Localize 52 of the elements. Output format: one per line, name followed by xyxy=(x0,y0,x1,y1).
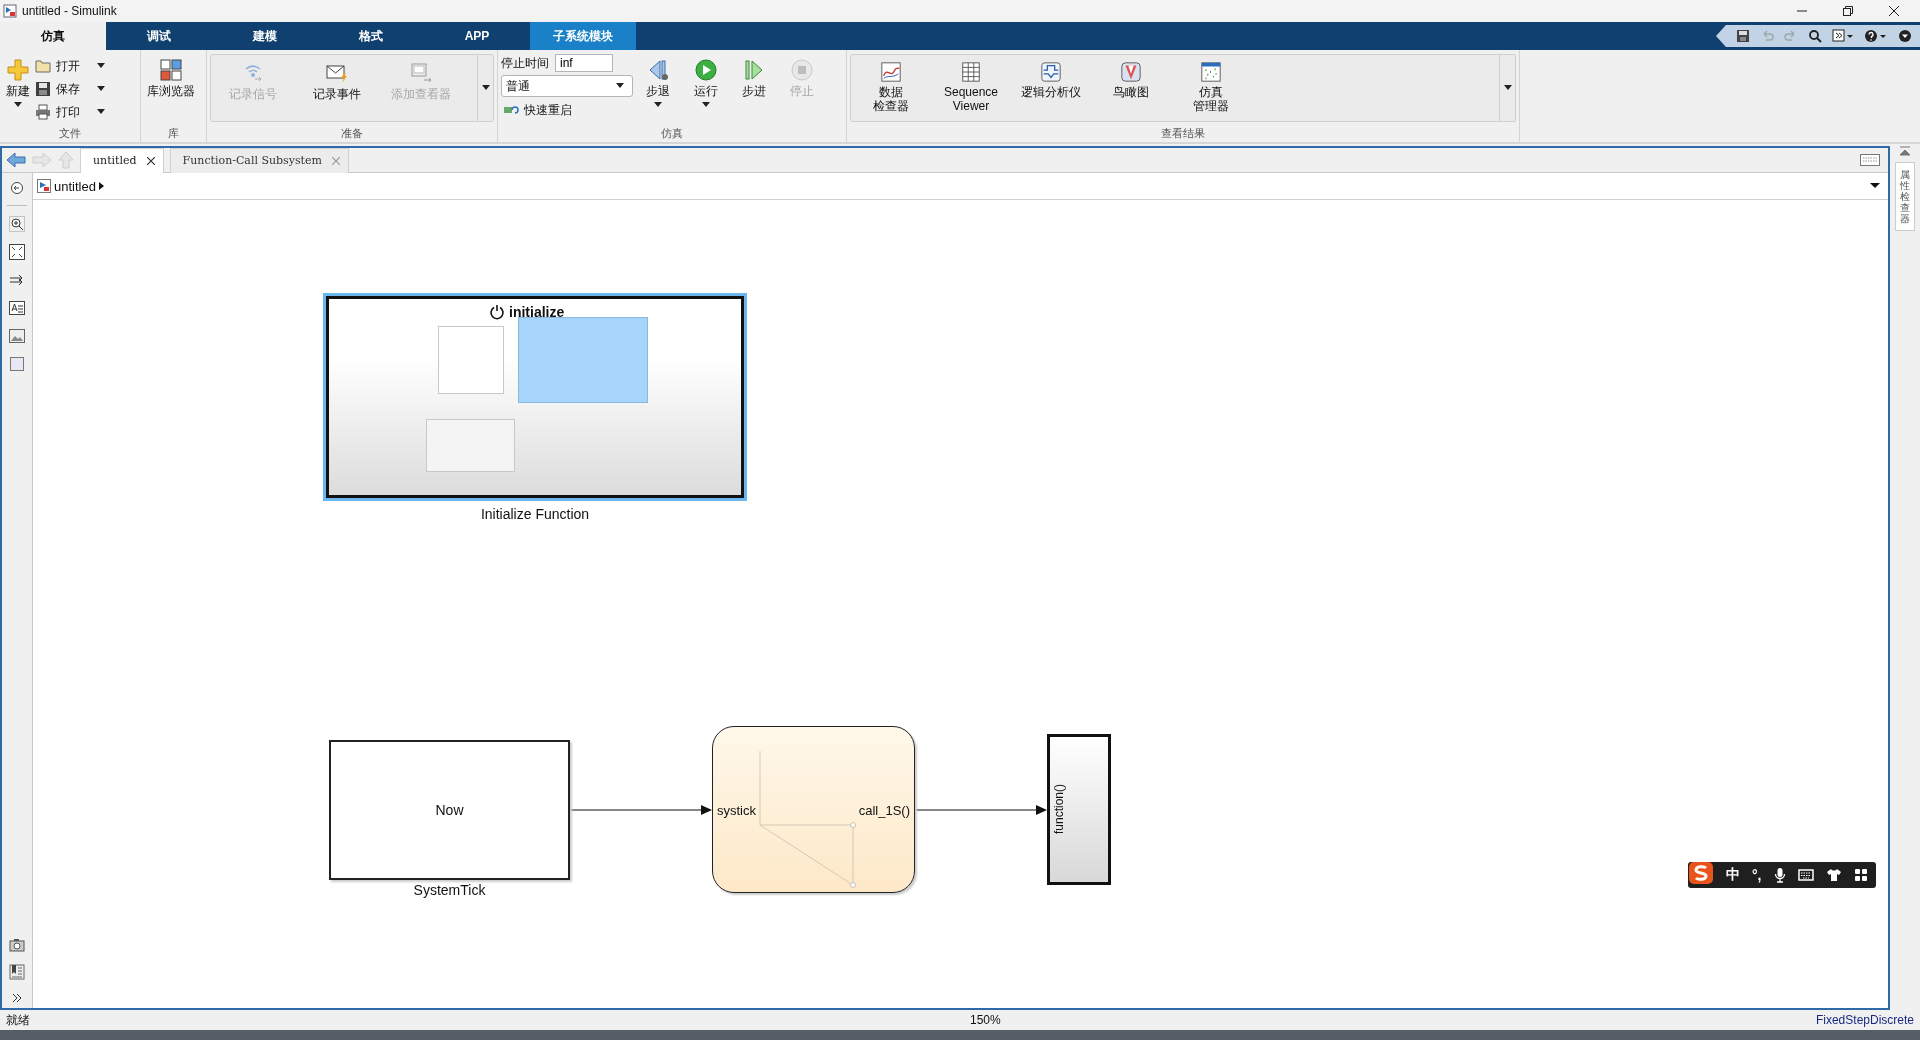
stop-time-field[interactable]: inf xyxy=(555,54,613,72)
ribbon-tab[interactable]: APP xyxy=(424,22,530,50)
open-button[interactable]: 打开 xyxy=(35,56,105,76)
zoom-level: 150% xyxy=(970,1013,1001,1027)
simulation-mode-dropdown[interactable]: 普通 xyxy=(501,75,633,97)
block-name: SystemTick xyxy=(412,882,487,898)
window-title: untitled - Simulink xyxy=(22,4,117,18)
initialize-function-block[interactable]: initialize xyxy=(326,296,744,498)
function-call-subsystem-block[interactable]: function() xyxy=(1047,734,1111,885)
simulation-button[interactable]: 运行 xyxy=(683,54,729,126)
ribbon-tab[interactable]: 子系统模块 xyxy=(530,22,636,50)
tab-label: Function-Call Subsystem xyxy=(182,154,322,167)
ribbon-tab[interactable]: 格式 xyxy=(318,22,424,50)
simulation-button[interactable]: 步退 xyxy=(635,54,681,126)
property-inspector-tab[interactable]: 属性检查器 xyxy=(1895,162,1915,231)
input-mode-toggle[interactable]: 中 xyxy=(1726,866,1740,884)
block-name: Initialize Function xyxy=(479,506,591,522)
input-port-label: systick xyxy=(717,803,756,818)
review-button[interactable]: 鸟瞰图 xyxy=(1091,55,1171,104)
editor-tab[interactable]: untitled xyxy=(80,147,164,173)
review-button[interactable]: 仿真 管理器 xyxy=(1171,55,1251,118)
gallery-button[interactable]: 记录事件 xyxy=(295,55,379,106)
save-button[interactable]: 保存 xyxy=(35,79,105,99)
block-header: initialize xyxy=(509,304,565,320)
new-button[interactable]: 新建 xyxy=(3,54,33,126)
chart-block[interactable]: systick call_1S() xyxy=(712,726,915,893)
solver-link[interactable]: FixedStepDiscrete xyxy=(1815,1013,1914,1027)
trigger-port-label: function() xyxy=(1052,784,1066,835)
group-title: 仿真 xyxy=(660,126,684,141)
punctuation-toggle[interactable]: °, xyxy=(1752,867,1762,883)
group-title: 准备 xyxy=(340,126,364,141)
simulation-button[interactable]: 步进 xyxy=(731,54,777,126)
print-button[interactable]: 打印 xyxy=(35,102,105,122)
group-title: 查看结果 xyxy=(1160,126,1206,141)
group-title: 库 xyxy=(167,126,180,141)
status-text: 就绪 xyxy=(6,1011,30,1029)
editor-tab[interactable]: Function-Call Subsystem xyxy=(169,147,349,173)
subsystem-block[interactable]: Now xyxy=(329,740,570,880)
output-port-label: call_1S() xyxy=(858,803,910,818)
block-text: Now xyxy=(435,802,464,818)
stop-time-label: 停止时间 xyxy=(501,54,549,72)
ribbon-tab[interactable]: 调试 xyxy=(106,22,212,50)
ribbon-tab[interactable]: 建模 xyxy=(212,22,318,50)
review-button[interactable]: 逻辑分析仪 xyxy=(1011,55,1091,104)
library-browser-button[interactable]: 库浏览器 xyxy=(144,54,198,126)
fast-restart-button[interactable]: 快速重启 xyxy=(501,100,633,120)
ribbon-tab[interactable]: 仿真 xyxy=(0,22,106,50)
review-button[interactable]: Sequence Viewer xyxy=(931,55,1011,118)
review-button[interactable]: 数据 检查器 xyxy=(851,55,931,118)
group-title: 文件 xyxy=(58,126,82,141)
breadcrumb-link[interactable]: untitled xyxy=(54,178,96,194)
tab-label: untitled xyxy=(93,154,137,167)
